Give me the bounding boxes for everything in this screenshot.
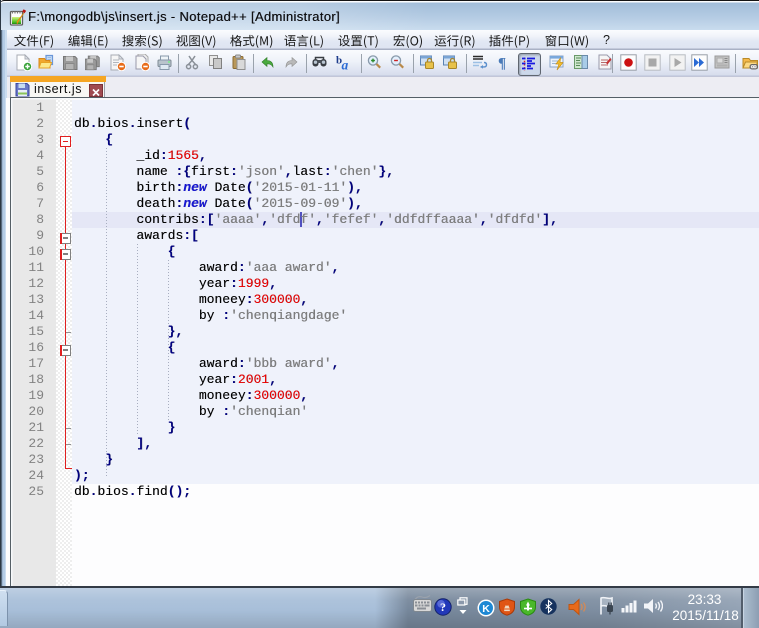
svg-text:?: ? (440, 600, 446, 614)
svg-text:K: K (482, 603, 490, 615)
